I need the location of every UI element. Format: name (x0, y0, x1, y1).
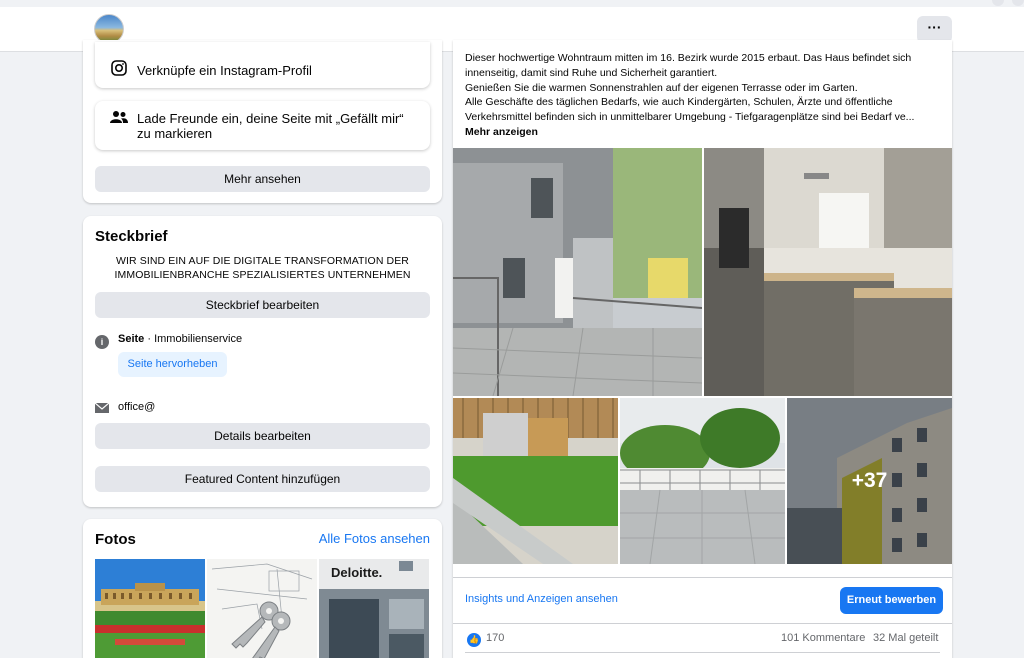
top-strip (0, 0, 1024, 7)
post-line-2: innenseitig, damit sind Ruhe und Sicherh… (465, 66, 718, 79)
intro-card: Steckbrief WIR SIND EIN AUF DIE DIGITALE… (83, 216, 442, 507)
post-divider-2 (453, 623, 952, 624)
see-all-photos-link[interactable]: Alle Fotos ansehen (319, 531, 430, 546)
photos-title: Fotos (95, 531, 136, 548)
post-photo-facade[interactable]: +37 (787, 398, 952, 564)
post-photo-kitchen[interactable] (704, 148, 952, 396)
post-body: Dieser hochwertige Wohntraum mitten im 1… (465, 51, 943, 140)
setup-actions-card: Verknüpfe ein Instagram-Profil Lade Freu… (83, 40, 442, 203)
post-line-1: Dieser hochwertige Wohntraum mitten im 1… (465, 52, 912, 64)
page-category: · Immobilienservice (144, 333, 243, 345)
listing-post: Dieser hochwertige Wohntraum mitten im 1… (453, 40, 952, 658)
intro-title: Steckbrief (95, 228, 168, 245)
post-photo-house-exterior[interactable] (453, 148, 702, 396)
instagram-icon (111, 60, 127, 76)
email-value[interactable]: office@ (118, 401, 155, 413)
invite-friends-label: Lade Freunde ein, deine Seite mit „Gefäl… (137, 111, 404, 141)
photos-card: Fotos Alle Fotos ansehen Deloitte. (83, 519, 442, 658)
like-count[interactable]: 170 (486, 632, 504, 644)
show-more-link[interactable]: Mehr anzeigen (465, 125, 943, 140)
friends-icon (110, 111, 128, 123)
deloitte-logo-text: Deloitte. (331, 565, 383, 580)
post-photo-terrace[interactable] (620, 398, 785, 564)
edit-details-button[interactable]: Details bearbeiten (95, 423, 430, 449)
instagram-connect-item[interactable]: Verknüpfe ein Instagram-Profil (95, 42, 430, 88)
post-line-5: Verkehrsmittel befinden sich in unmittel… (465, 111, 915, 124)
insights-link[interactable]: Insights und Anzeigen ansehen (465, 593, 618, 605)
share-count[interactable]: 32 Mal geteilt (873, 632, 938, 644)
like-icon: 👍 (467, 633, 481, 647)
boost-again-button[interactable]: Erneut bewerben (840, 587, 943, 614)
more-photos-overlay[interactable]: +37 (787, 398, 952, 564)
post-line-3: Genießen Sie die warmen Sonnenstrahlen a… (465, 81, 858, 94)
comment-count[interactable]: 101 Kommentare (781, 632, 865, 644)
invite-friends-item[interactable]: Lade Freunde ein, deine Seite mit „Gefäl… (95, 101, 430, 150)
see-more-button[interactable]: Mehr ansehen (95, 166, 430, 192)
photo-thumb-keys[interactable] (207, 559, 317, 658)
photo-thumb-palace[interactable] (95, 559, 205, 658)
more-options-button[interactable]: ··· (917, 16, 952, 43)
info-icon: i (95, 335, 109, 349)
instagram-connect-label: Verknüpfe ein Instagram-Profil (137, 63, 312, 78)
highlight-page-button[interactable]: Seite hervorheben (118, 352, 227, 377)
edit-intro-button[interactable]: Steckbrief bearbeiten (95, 292, 430, 318)
post-line-4: Alle Geschäfte des täglichen Bedarfs, wi… (465, 96, 893, 109)
post-divider-1 (453, 577, 952, 578)
mail-icon (95, 403, 109, 413)
photo-thumb-building[interactable]: Deloitte. (319, 559, 429, 658)
post-photo-garden[interactable] (453, 398, 618, 564)
page-category-row: Seite · Immobilienservice (118, 333, 242, 345)
page-type-label: Seite (118, 333, 145, 345)
intro-description: WIR SIND EIN AUF DIE DIGITALE TRANSFORMA… (114, 255, 411, 281)
post-divider-3 (465, 652, 940, 653)
add-featured-button[interactable]: Featured Content hinzufügen (95, 466, 430, 492)
